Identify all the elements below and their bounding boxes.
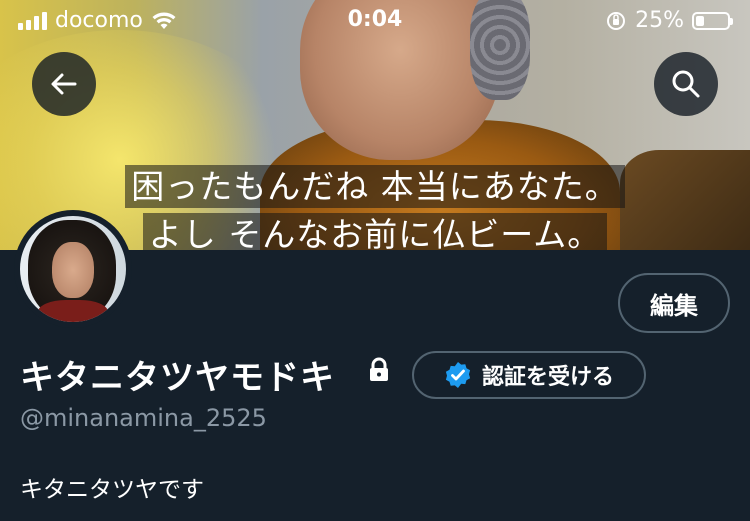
- orientation-lock-icon: [607, 11, 626, 30]
- user-handle: @minanamina_2525: [20, 404, 267, 432]
- verified-badge-icon: [445, 362, 471, 388]
- lock-icon: [370, 357, 388, 381]
- status-right: 25%: [605, 8, 733, 33]
- avatar-image: [20, 216, 126, 322]
- display-name: キタニタツヤモドキ: [20, 358, 335, 398]
- search-button[interactable]: [654, 52, 718, 116]
- battery-percent: 25%: [635, 8, 684, 33]
- arrow-left-icon: [51, 73, 77, 95]
- search-icon: [672, 70, 700, 98]
- battery-level: [696, 15, 704, 26]
- status-bar: docomo 0:04 25%: [0, 0, 750, 42]
- get-verified-label: 認証を受ける: [481, 365, 614, 390]
- get-verified-button[interactable]: 認証を受ける: [412, 351, 646, 399]
- edit-profile-button[interactable]: 編集: [618, 273, 730, 333]
- profile-bio: キタニタツヤです: [20, 477, 204, 503]
- avatar[interactable]: [14, 210, 132, 328]
- banner-caption-1: 困ったもんだね 本当にあなた。: [0, 160, 750, 208]
- back-button[interactable]: [32, 52, 96, 116]
- battery-icon: [692, 11, 733, 30]
